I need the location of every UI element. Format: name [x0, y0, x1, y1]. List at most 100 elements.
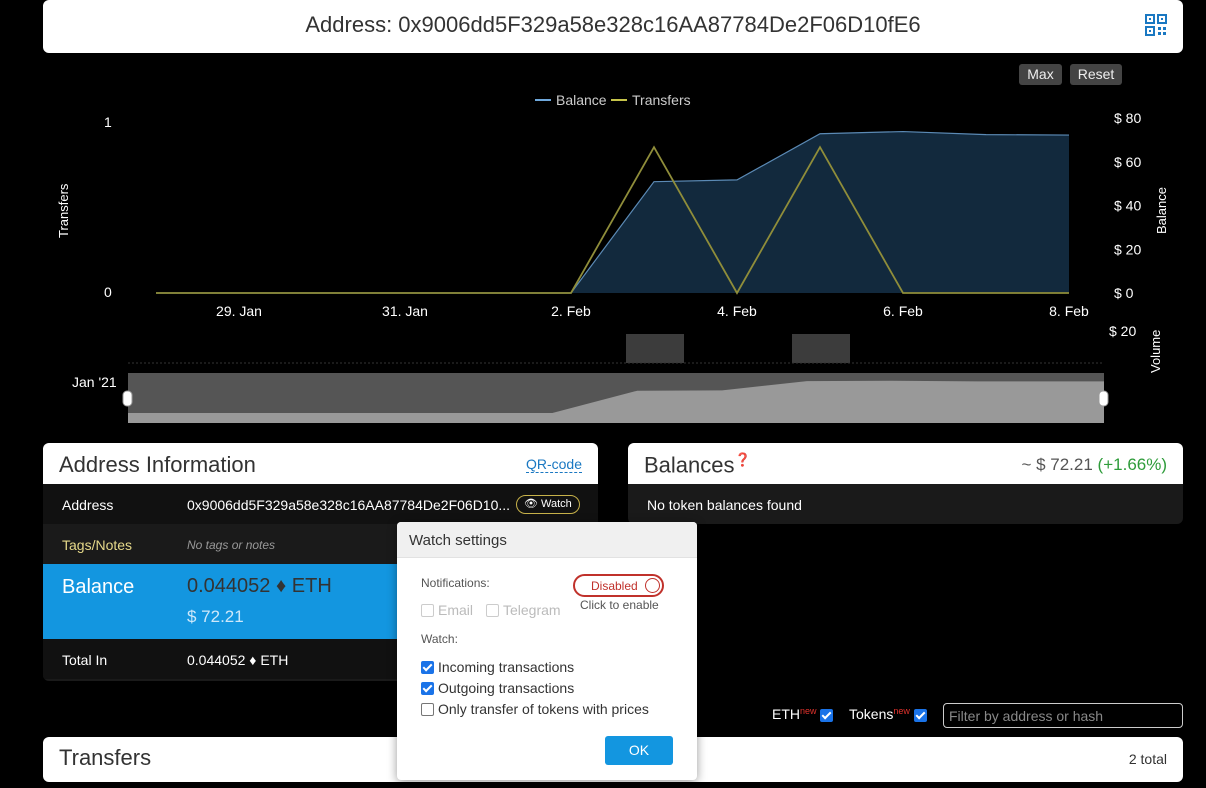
- range-navigator[interactable]: [122, 373, 1109, 423]
- balance-key: Balance: [62, 576, 135, 598]
- y-right-tick: $ 60: [1114, 154, 1141, 170]
- total-in-value: 0.044052 ♦ ETH: [187, 652, 288, 668]
- y-left-label: Transfers: [56, 183, 71, 238]
- volume-label: Volume: [1148, 330, 1163, 373]
- navigator-label: Jan '21: [72, 374, 117, 390]
- balances-total-value: ~ $ 72.21: [1021, 455, 1093, 474]
- qr-code-icon[interactable]: [1145, 14, 1167, 36]
- filter-search-input[interactable]: [943, 703, 1183, 728]
- panel-title: Balances❓: [644, 452, 751, 478]
- y-left-tick-1: 1: [104, 114, 112, 130]
- toggle-knob: [645, 578, 660, 593]
- balance-eth-value: 0.044052: [187, 575, 271, 597]
- legend-transfers[interactable]: Transfers: [632, 92, 691, 108]
- telegram-option[interactable]: Telegram: [486, 602, 561, 618]
- tokens-with-prices-checkbox[interactable]: [421, 703, 434, 716]
- balance-usd: $ 72.21: [187, 607, 244, 626]
- legend-balance[interactable]: Balance: [556, 92, 607, 108]
- popup-header: Watch settings: [397, 522, 697, 558]
- tokens-with-prices-option[interactable]: Only transfer of tokens with prices: [421, 701, 649, 717]
- outgoing-label: Outgoing transactions: [438, 680, 575, 696]
- tokens-with-prices-label: Only transfer of tokens with prices: [438, 701, 649, 717]
- email-option[interactable]: Email: [421, 602, 473, 618]
- x-axis-ticks: 29. Jan 31. Jan 2. Feb 4. Feb 6. Feb 8. Feb: [216, 303, 1089, 319]
- eth-icon: ♦: [249, 652, 257, 668]
- eth-filter-label: ETH: [772, 706, 800, 722]
- y-right-tick: $ 20: [1114, 241, 1141, 257]
- transfers-title: Transfers: [59, 745, 152, 770]
- balances-panel: Balances❓ ~ $ 72.21 (+1.66%) No token ba…: [628, 443, 1183, 524]
- balance-eth-unit: ETH: [291, 575, 332, 597]
- volume-bar: [626, 334, 684, 363]
- qr-code-link[interactable]: QR-code: [525, 456, 582, 473]
- toggle-hint: Click to enable: [580, 598, 659, 612]
- y-right-ticks: $ 0 $ 20 $ 40 $ 60 $ 80: [1114, 110, 1141, 301]
- watch-label: Watch: [541, 498, 572, 510]
- balance-transfers-chart[interactable]: Balance Transfers 1 0 Transfers Balance …: [0, 60, 1206, 430]
- plot-area[interactable]: [156, 130, 1070, 295]
- navigator-left-handle[interactable]: [122, 390, 133, 407]
- notifications-label: Notifications:: [421, 576, 490, 590]
- balances-total: ~ $ 72.21 (+1.66%): [1021, 455, 1167, 475]
- eye-icon: 👁: [524, 498, 538, 510]
- balance-eth: 0.044052 ♦ ETH: [187, 575, 332, 598]
- y-right-tick: $ 0: [1114, 285, 1134, 301]
- telegram-checkbox[interactable]: [486, 604, 499, 617]
- total-in-amount: 0.044052: [187, 652, 246, 668]
- incoming-label: Incoming transactions: [438, 659, 575, 675]
- eth-icon: ♦: [275, 575, 287, 597]
- new-badge: new: [800, 706, 817, 716]
- watch-settings-popup: Watch settings Notifications: Disabled C…: [397, 522, 697, 780]
- balances-change: (+1.66%): [1097, 455, 1167, 474]
- email-label: Email: [438, 602, 474, 618]
- address-key: Address: [62, 497, 114, 513]
- no-tokens-message: No token balances found: [647, 497, 802, 513]
- telegram-label: Telegram: [503, 602, 561, 618]
- address-header: Address: 0x9006dd5F329a58e328c16AA87784D…: [43, 0, 1183, 53]
- page-title: Address: 0x9006dd5F329a58e328c16AA87784D…: [305, 12, 921, 37]
- outgoing-option[interactable]: Outgoing transactions: [421, 680, 574, 696]
- address-row: Address 0x9006dd5F329a58e328c16AA87784De…: [43, 484, 598, 524]
- x-tick: 4. Feb: [717, 303, 757, 319]
- volume-tick: $ 20: [1109, 323, 1136, 339]
- ok-button[interactable]: OK: [605, 736, 673, 765]
- help-icon[interactable]: ❓: [735, 452, 751, 467]
- tags-key: Tags/Notes: [62, 537, 133, 553]
- tokens-filter-label: Tokens: [849, 706, 894, 722]
- total-in-key: Total In: [62, 652, 108, 668]
- tags-value[interactable]: No tags or notes: [187, 538, 275, 552]
- incoming-option[interactable]: Incoming transactions: [421, 659, 574, 675]
- transfers-total: 2 total: [1128, 751, 1167, 767]
- popup-title: Watch settings: [409, 532, 507, 549]
- email-checkbox[interactable]: [421, 604, 434, 617]
- watch-button[interactable]: 👁 Watch: [516, 495, 580, 514]
- incoming-checkbox[interactable]: [421, 661, 434, 674]
- tokens-filter[interactable]: Tokensnew: [849, 706, 927, 722]
- y-right-tick: $ 40: [1114, 198, 1141, 214]
- volume-bar: [792, 334, 850, 363]
- toggle-label: Disabled: [591, 579, 638, 593]
- series-balance-area: [156, 131, 1069, 293]
- balances-title: Balances: [644, 452, 735, 478]
- y-right-label: Balance: [1154, 187, 1169, 234]
- new-badge: new: [893, 706, 910, 716]
- panel-title: Address Information: [59, 452, 256, 477]
- panel-header: Address Information QR-code: [43, 443, 598, 484]
- chart-legend[interactable]: Balance Transfers: [535, 92, 691, 108]
- eth-filter[interactable]: ETHnew: [772, 706, 834, 722]
- y-right-tick: $ 80: [1114, 110, 1141, 126]
- watch-label: Watch:: [421, 632, 458, 646]
- x-tick: 2. Feb: [551, 303, 591, 319]
- y-left-tick-0: 0: [104, 284, 112, 300]
- tokens-filter-checkbox[interactable]: [913, 708, 927, 722]
- x-tick: 6. Feb: [883, 303, 923, 319]
- notifications-toggle[interactable]: Disabled: [573, 574, 664, 597]
- navigator-right-handle[interactable]: [1098, 390, 1109, 407]
- x-tick: 29. Jan: [216, 303, 262, 319]
- address-value[interactable]: 0x9006dd5F329a58e328c16AA87784De2F06D10.…: [187, 497, 510, 513]
- panel-header: Balances❓ ~ $ 72.21 (+1.66%): [628, 443, 1183, 484]
- outgoing-checkbox[interactable]: [421, 682, 434, 695]
- x-tick: 8. Feb: [1049, 303, 1089, 319]
- eth-filter-checkbox[interactable]: [820, 708, 834, 722]
- x-tick: 31. Jan: [382, 303, 428, 319]
